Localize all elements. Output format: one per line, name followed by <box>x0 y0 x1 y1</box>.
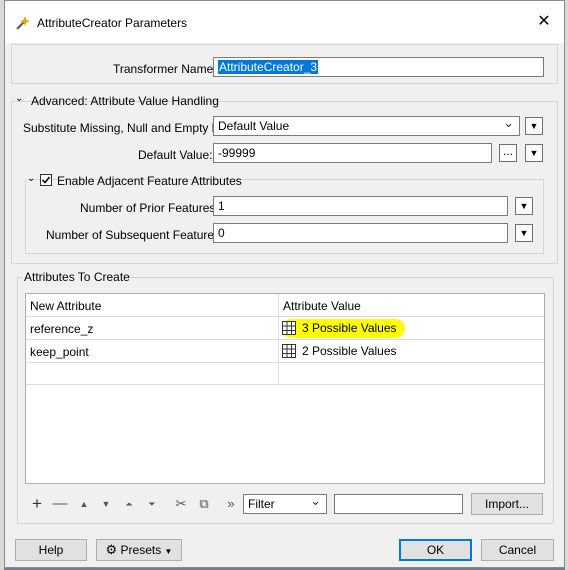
checkmark-icon <box>41 176 51 184</box>
move-down-icon[interactable]: ▼ <box>97 495 115 513</box>
adjacent-checkbox[interactable] <box>40 174 52 186</box>
copy-icon[interactable]: ⧉ <box>195 495 213 513</box>
remove-icon[interactable]: — <box>51 495 69 513</box>
substitute-dropdown[interactable]: Default Value <box>213 116 520 136</box>
move-bottom-icon[interactable]: ⏷ <box>143 495 161 513</box>
ok-button[interactable]: OK <box>399 539 472 561</box>
table-grid-icon <box>282 344 296 358</box>
gear-icon: ⚙ <box>105 542 118 557</box>
row-attribute-value[interactable]: 2 Possible Values <box>282 344 397 358</box>
prior-features-input[interactable]: 1 <box>213 196 508 216</box>
table-grid-icon <box>282 321 296 335</box>
close-button[interactable]: ✕ <box>530 10 558 34</box>
adjacent-label: Enable Adjacent Feature Attributes <box>57 174 242 188</box>
default-value-label: Default Value: <box>138 148 213 162</box>
table-row[interactable]: keep_point 2 Possible Values <box>26 340 544 363</box>
adjacent-collapse-icon[interactable]: ⌄ <box>27 173 35 184</box>
close-icon: ✕ <box>537 13 551 30</box>
advanced-section-label: Advanced: Attribute Value Handling <box>31 94 219 108</box>
column-header-attribute-value[interactable]: Attribute Value <box>283 299 361 313</box>
more-icon[interactable]: » <box>222 495 240 513</box>
import-button[interactable]: Import... <box>471 493 543 515</box>
substitute-label: Substitute Missing, Null and Empty by: <box>23 121 228 135</box>
move-up-icon[interactable]: ▲ <box>75 495 93 513</box>
subsequent-features-label: Number of Subsequent Features: <box>46 228 224 242</box>
attributes-section-label: Attributes To Create <box>23 270 131 284</box>
row-attribute-name[interactable]: reference_z <box>30 322 93 336</box>
row-attribute-name[interactable]: keep_point <box>30 345 89 359</box>
advanced-collapse-icon[interactable]: ⌄ <box>15 93 23 104</box>
filter-text-input[interactable] <box>334 494 463 514</box>
transformer-name-input[interactable]: AttributeCreator_3 <box>213 57 544 77</box>
default-value-ellipsis-button[interactable]: ... <box>499 144 517 162</box>
table-row-empty[interactable] <box>26 363 544 385</box>
filter-dropdown[interactable]: Filter <box>243 494 327 514</box>
help-button[interactable]: Help <box>15 539 87 561</box>
cut-icon[interactable]: ✂ <box>172 495 190 513</box>
move-top-icon[interactable]: ⏶ <box>120 495 138 513</box>
window-title: AttributeCreator Parameters <box>37 16 188 30</box>
substitute-menu-button[interactable]: ▼ <box>525 117 543 135</box>
dropdown-arrow-icon: ▼ <box>164 547 173 556</box>
transformer-icon <box>16 16 30 30</box>
presets-button[interactable]: ⚙ Presets ▼ <box>96 539 182 561</box>
attributes-table: New Attribute Attribute Value reference_… <box>25 293 545 484</box>
add-icon[interactable]: + <box>28 495 46 513</box>
column-header-new-attribute[interactable]: New Attribute <box>30 299 101 313</box>
cancel-button[interactable]: Cancel <box>481 539 554 561</box>
table-row[interactable]: reference_z 3 Possible Values <box>26 317 544 340</box>
title-bar: AttributeCreator Parameters ✕ <box>5 1 564 43</box>
prior-features-menu-button[interactable]: ▼ <box>515 197 533 215</box>
default-value-input[interactable]: -99999 <box>213 143 492 163</box>
prior-features-label: Number of Prior Features: <box>80 201 219 215</box>
subsequent-features-menu-button[interactable]: ▼ <box>515 224 533 242</box>
default-value-menu-button[interactable]: ▼ <box>525 144 543 162</box>
table-header: New Attribute Attribute Value <box>26 294 544 317</box>
subsequent-features-input[interactable]: 0 <box>213 223 508 243</box>
row-attribute-value[interactable]: 3 Possible Values <box>282 319 405 338</box>
parameters-dialog: AttributeCreator Parameters ✕ Transforme… <box>4 0 565 568</box>
transformer-name-label: Transformer Name: <box>113 62 217 76</box>
